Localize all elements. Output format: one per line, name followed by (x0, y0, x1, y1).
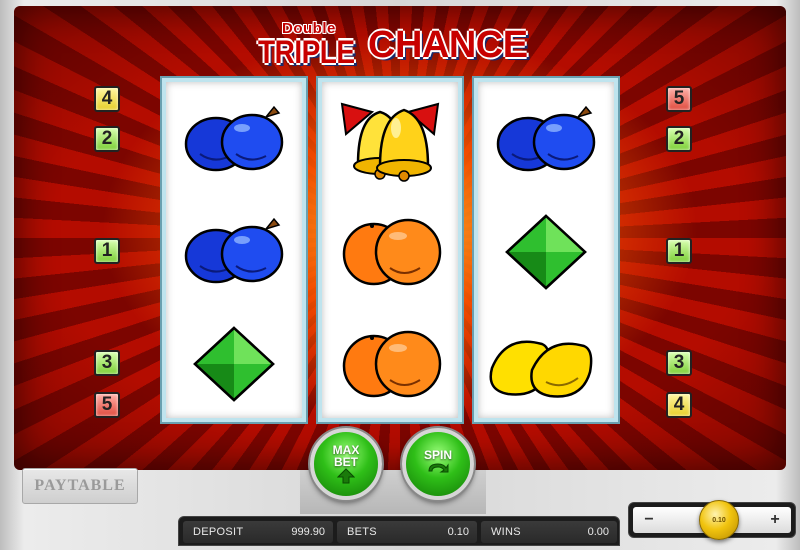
line-indicator-right-3: 3 (666, 350, 692, 376)
max-bet-button[interactable]: MAX BET (310, 428, 382, 500)
title-chance: CHANCE (368, 24, 528, 66)
wins-display: WINS 0.00 (481, 521, 617, 543)
arrow-up-icon (337, 468, 355, 484)
deposit-label: DEPOSIT (193, 526, 244, 538)
stake-increase-button[interactable]: + (765, 511, 785, 529)
line-indicator-right-4: 4 (666, 392, 692, 418)
line-indicator-left-4: 4 (94, 86, 120, 112)
paytable-button[interactable]: PAYTABLE (22, 468, 138, 504)
spin-arrows-icon (428, 463, 449, 473)
reel-2 (318, 78, 462, 422)
orange-icon (322, 196, 458, 308)
plum-icon (166, 84, 302, 196)
deposit-value: 999.90 (291, 526, 325, 538)
line-indicator-left-3: 3 (94, 350, 120, 376)
plum-icon (166, 196, 302, 308)
bets-value: 0.10 (447, 526, 469, 538)
bets-display: BETS 0.10 (337, 521, 477, 543)
max-bet-label-line2: BET (334, 455, 358, 469)
diamond-icon (166, 308, 302, 420)
stake-slider-track[interactable]: − + 0.10 (633, 500, 791, 540)
reel-3 (474, 78, 618, 422)
reel-1 (162, 78, 306, 422)
lemon-icon (478, 308, 614, 420)
line-indicator-right-5: 5 (666, 86, 692, 112)
plum-icon (478, 84, 614, 196)
line-indicator-left-1: 1 (94, 238, 120, 264)
wins-label: WINS (491, 526, 521, 538)
line-indicator-left-2: 2 (94, 126, 120, 152)
spin-label: SPIN (423, 448, 452, 462)
bell-icon (322, 84, 458, 196)
status-bar: DEPOSIT 999.90 BETS 0.10 WINS 0.00 (178, 516, 620, 546)
wins-value: 0.00 (587, 526, 609, 538)
line-indicator-right-2: 2 (666, 126, 692, 152)
title-triple: TRIPLE (258, 34, 355, 70)
stake-coin-handle[interactable]: 0.10 (699, 500, 739, 540)
stake-selector: − + 0.10 (628, 500, 796, 540)
stake-decrease-button[interactable]: − (639, 511, 659, 529)
bets-label: BETS (347, 526, 377, 538)
deposit-display: DEPOSIT 999.90 (183, 521, 333, 543)
line-indicator-left-5: 5 (94, 392, 120, 418)
game-title-logo: Double TRIPLE CHANCE (250, 14, 550, 70)
orange-icon (322, 308, 458, 420)
line-indicator-right-1: 1 (666, 238, 692, 264)
diamond-icon (478, 196, 614, 308)
coin-value: 0.10 (712, 516, 726, 524)
spin-button[interactable]: SPIN (402, 428, 474, 500)
